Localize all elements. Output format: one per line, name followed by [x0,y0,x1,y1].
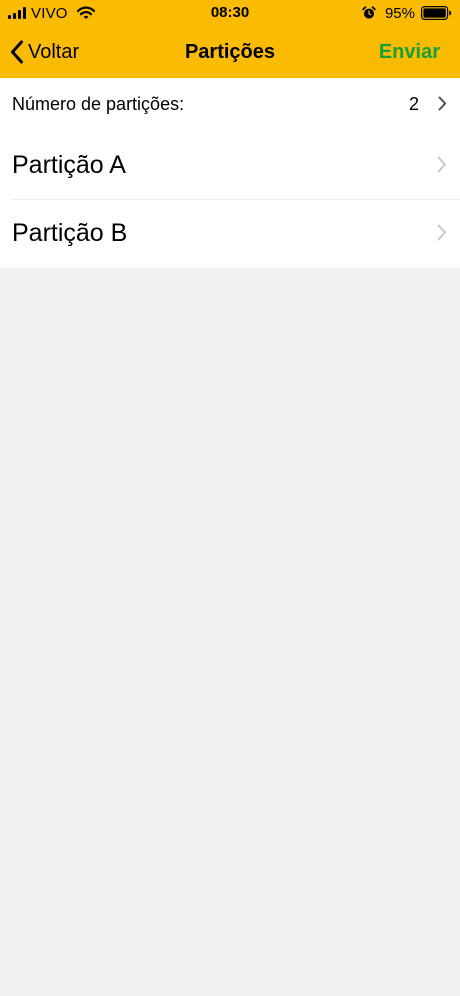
send-button[interactable]: Enviar [379,38,440,66]
navigation-bar: Voltar Partições Enviar [0,26,460,78]
back-button[interactable]: Voltar [10,38,79,66]
chevron-left-icon [10,40,24,64]
partitions-list: Número de partições: 2 Partição A Partiç… [0,78,460,268]
partition-count-label: Número de partições: [12,94,185,114]
back-label: Voltar [28,41,80,63]
battery-icon [421,6,452,20]
header: VIVO 08:30 95% Voltar Partições Enviar [0,0,460,78]
status-bar: VIVO 08:30 95% [0,0,460,26]
status-right: 95% [362,4,452,22]
chevron-right-icon [437,156,447,173]
chevron-right-icon [438,96,447,111]
partition-label: Partição A [12,151,126,179]
partitions-screen: VIVO 08:30 95% Voltar Partições Enviar N… [0,0,460,996]
partition-count-value: 2 [408,94,419,114]
chevron-right-icon [437,224,447,241]
partition-row-b[interactable]: Partição B [0,200,460,268]
alarm-icon [362,6,376,20]
partition-row-a[interactable]: Partição A [0,132,460,200]
partition-count-row[interactable]: Número de partições: 2 [0,78,460,132]
partition-label: Partição B [12,219,128,247]
battery-percent: 95% [384,4,415,22]
